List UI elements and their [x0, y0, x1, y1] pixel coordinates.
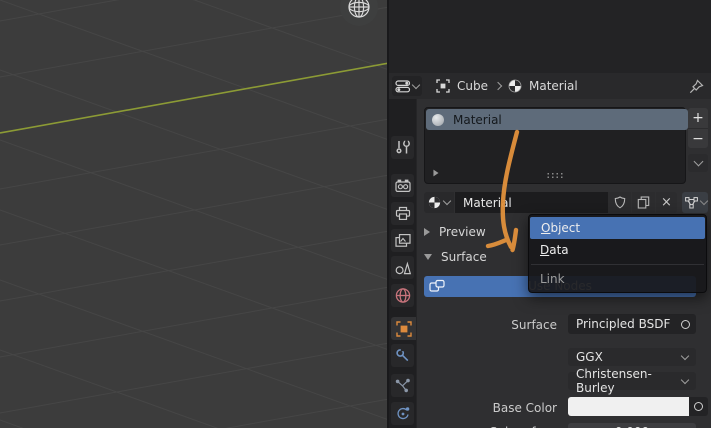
- pin-icon: [689, 79, 704, 94]
- distribution-value: GGX: [576, 350, 603, 364]
- material-slot-label: Material: [453, 112, 502, 127]
- tab-view-layer[interactable]: [391, 229, 414, 252]
- properties-editor: Cube Material Material + − Material × Pr…: [389, 73, 711, 428]
- menu-item-object[interactable]: Object: [530, 217, 705, 239]
- output-icon: [395, 206, 410, 221]
- subsurface-method-dropdown[interactable]: Christensen-Burley: [568, 367, 696, 395]
- breadcrumb: Cube Material: [436, 73, 578, 99]
- subsurface-value-slider[interactable]: 0.000: [568, 423, 696, 428]
- tab-physics[interactable]: [391, 402, 414, 425]
- properties-editor-icon: [395, 79, 411, 92]
- material-slot-list: Material: [424, 107, 688, 184]
- chevron-down-icon: [680, 351, 690, 360]
- node-socket-icon: [694, 402, 703, 411]
- base-color-socket: [689, 397, 708, 416]
- triangle-down-icon: [424, 254, 432, 260]
- tab-modifiers[interactable]: [391, 344, 414, 367]
- world-icon: [395, 288, 410, 303]
- node-socket-icon: [681, 319, 690, 329]
- browse-material-button[interactable]: [424, 192, 454, 213]
- list-resize-grip[interactable]: [546, 172, 564, 178]
- physics-orbit-icon: [396, 407, 409, 420]
- tab-render[interactable]: [391, 174, 414, 197]
- remove-material-slot-button[interactable]: −: [688, 128, 708, 148]
- wrench-icon: [395, 348, 408, 362]
- add-material-slot-button[interactable]: +: [688, 108, 708, 128]
- object-square-icon: [395, 320, 412, 337]
- object-icon: [436, 79, 450, 93]
- top-right-editor-region: [389, 0, 711, 74]
- editor-type-button[interactable]: [392, 76, 422, 96]
- breadcrumb-object-name: Cube: [457, 79, 488, 93]
- properties-tab-strip: [389, 99, 417, 428]
- particles-icon: [395, 378, 410, 393]
- copy-icon: [637, 196, 650, 209]
- subsurface-method-value: Christensen-Burley: [576, 367, 652, 395]
- chevron-down-icon: [411, 80, 421, 89]
- chevron-down-icon: [442, 196, 452, 206]
- blender-window: Cube Material Material + − Material × Pr…: [0, 0, 711, 428]
- surface-input-label: Surface: [511, 318, 557, 332]
- material-sphere-icon: [508, 79, 522, 93]
- viewport-grid: [0, 0, 389, 428]
- breadcrumb-datablock-name: Material: [528, 79, 578, 93]
- scene-icon: [395, 261, 411, 275]
- menu-separator: [531, 264, 704, 265]
- render-icon: [394, 179, 411, 192]
- link-dropdown-menu: Object Data Link: [528, 214, 707, 293]
- tab-scene[interactable]: [391, 256, 414, 279]
- view-gizmo[interactable]: [339, 0, 379, 29]
- material-name-field[interactable]: Material: [455, 192, 615, 213]
- panel-header-preview[interactable]: Preview: [424, 225, 486, 239]
- fake-user-button[interactable]: [608, 192, 631, 213]
- panel-header-surface[interactable]: Surface: [424, 250, 487, 264]
- surface-shader-value: Principled BSDF: [576, 317, 671, 331]
- copy-material-button[interactable]: [632, 192, 655, 213]
- unlink-material-button[interactable]: ×: [656, 192, 677, 213]
- slot-specials-button[interactable]: [688, 154, 708, 172]
- chevron-down-icon: [680, 375, 690, 384]
- menu-item-link[interactable]: Link: [529, 268, 706, 290]
- panel-label: Preview: [439, 225, 486, 239]
- tab-tool[interactable]: [391, 136, 414, 159]
- editor-separator: [387, 0, 389, 428]
- pin-button[interactable]: [687, 78, 705, 96]
- base-color-label: Base Color: [492, 401, 557, 415]
- y-axis-line: [0, 62, 389, 134]
- material-sphere-icon: [432, 113, 444, 126]
- material-slot-item[interactable]: Material: [426, 109, 688, 130]
- view-layer-icon: [394, 233, 411, 247]
- shield-icon: [614, 196, 625, 209]
- link-dropdown-button[interactable]: [682, 192, 708, 213]
- tab-object[interactable]: [391, 317, 416, 340]
- chevron-right-icon: [493, 81, 503, 91]
- tab-world[interactable]: [391, 284, 414, 307]
- material-sphere-icon: [428, 196, 441, 209]
- mesh-data-icon: [684, 197, 698, 209]
- tool-icon: [395, 140, 410, 154]
- chevron-down-icon: [693, 156, 703, 167]
- triangle-right-icon: [424, 228, 430, 236]
- surface-shader-button[interactable]: Principled BSDF: [568, 314, 696, 334]
- chevron-down-icon: [699, 196, 708, 206]
- tab-particles[interactable]: [391, 374, 414, 397]
- properties-header: Cube Material: [389, 73, 711, 99]
- list-expander[interactable]: [433, 169, 439, 177]
- base-color-swatch[interactable]: [568, 397, 689, 416]
- distribution-dropdown[interactable]: GGX: [568, 348, 696, 366]
- panel-label: Surface: [441, 250, 487, 264]
- menu-item-data[interactable]: Data: [529, 239, 706, 261]
- 3d-viewport[interactable]: [0, 0, 389, 428]
- tab-output[interactable]: [391, 202, 414, 225]
